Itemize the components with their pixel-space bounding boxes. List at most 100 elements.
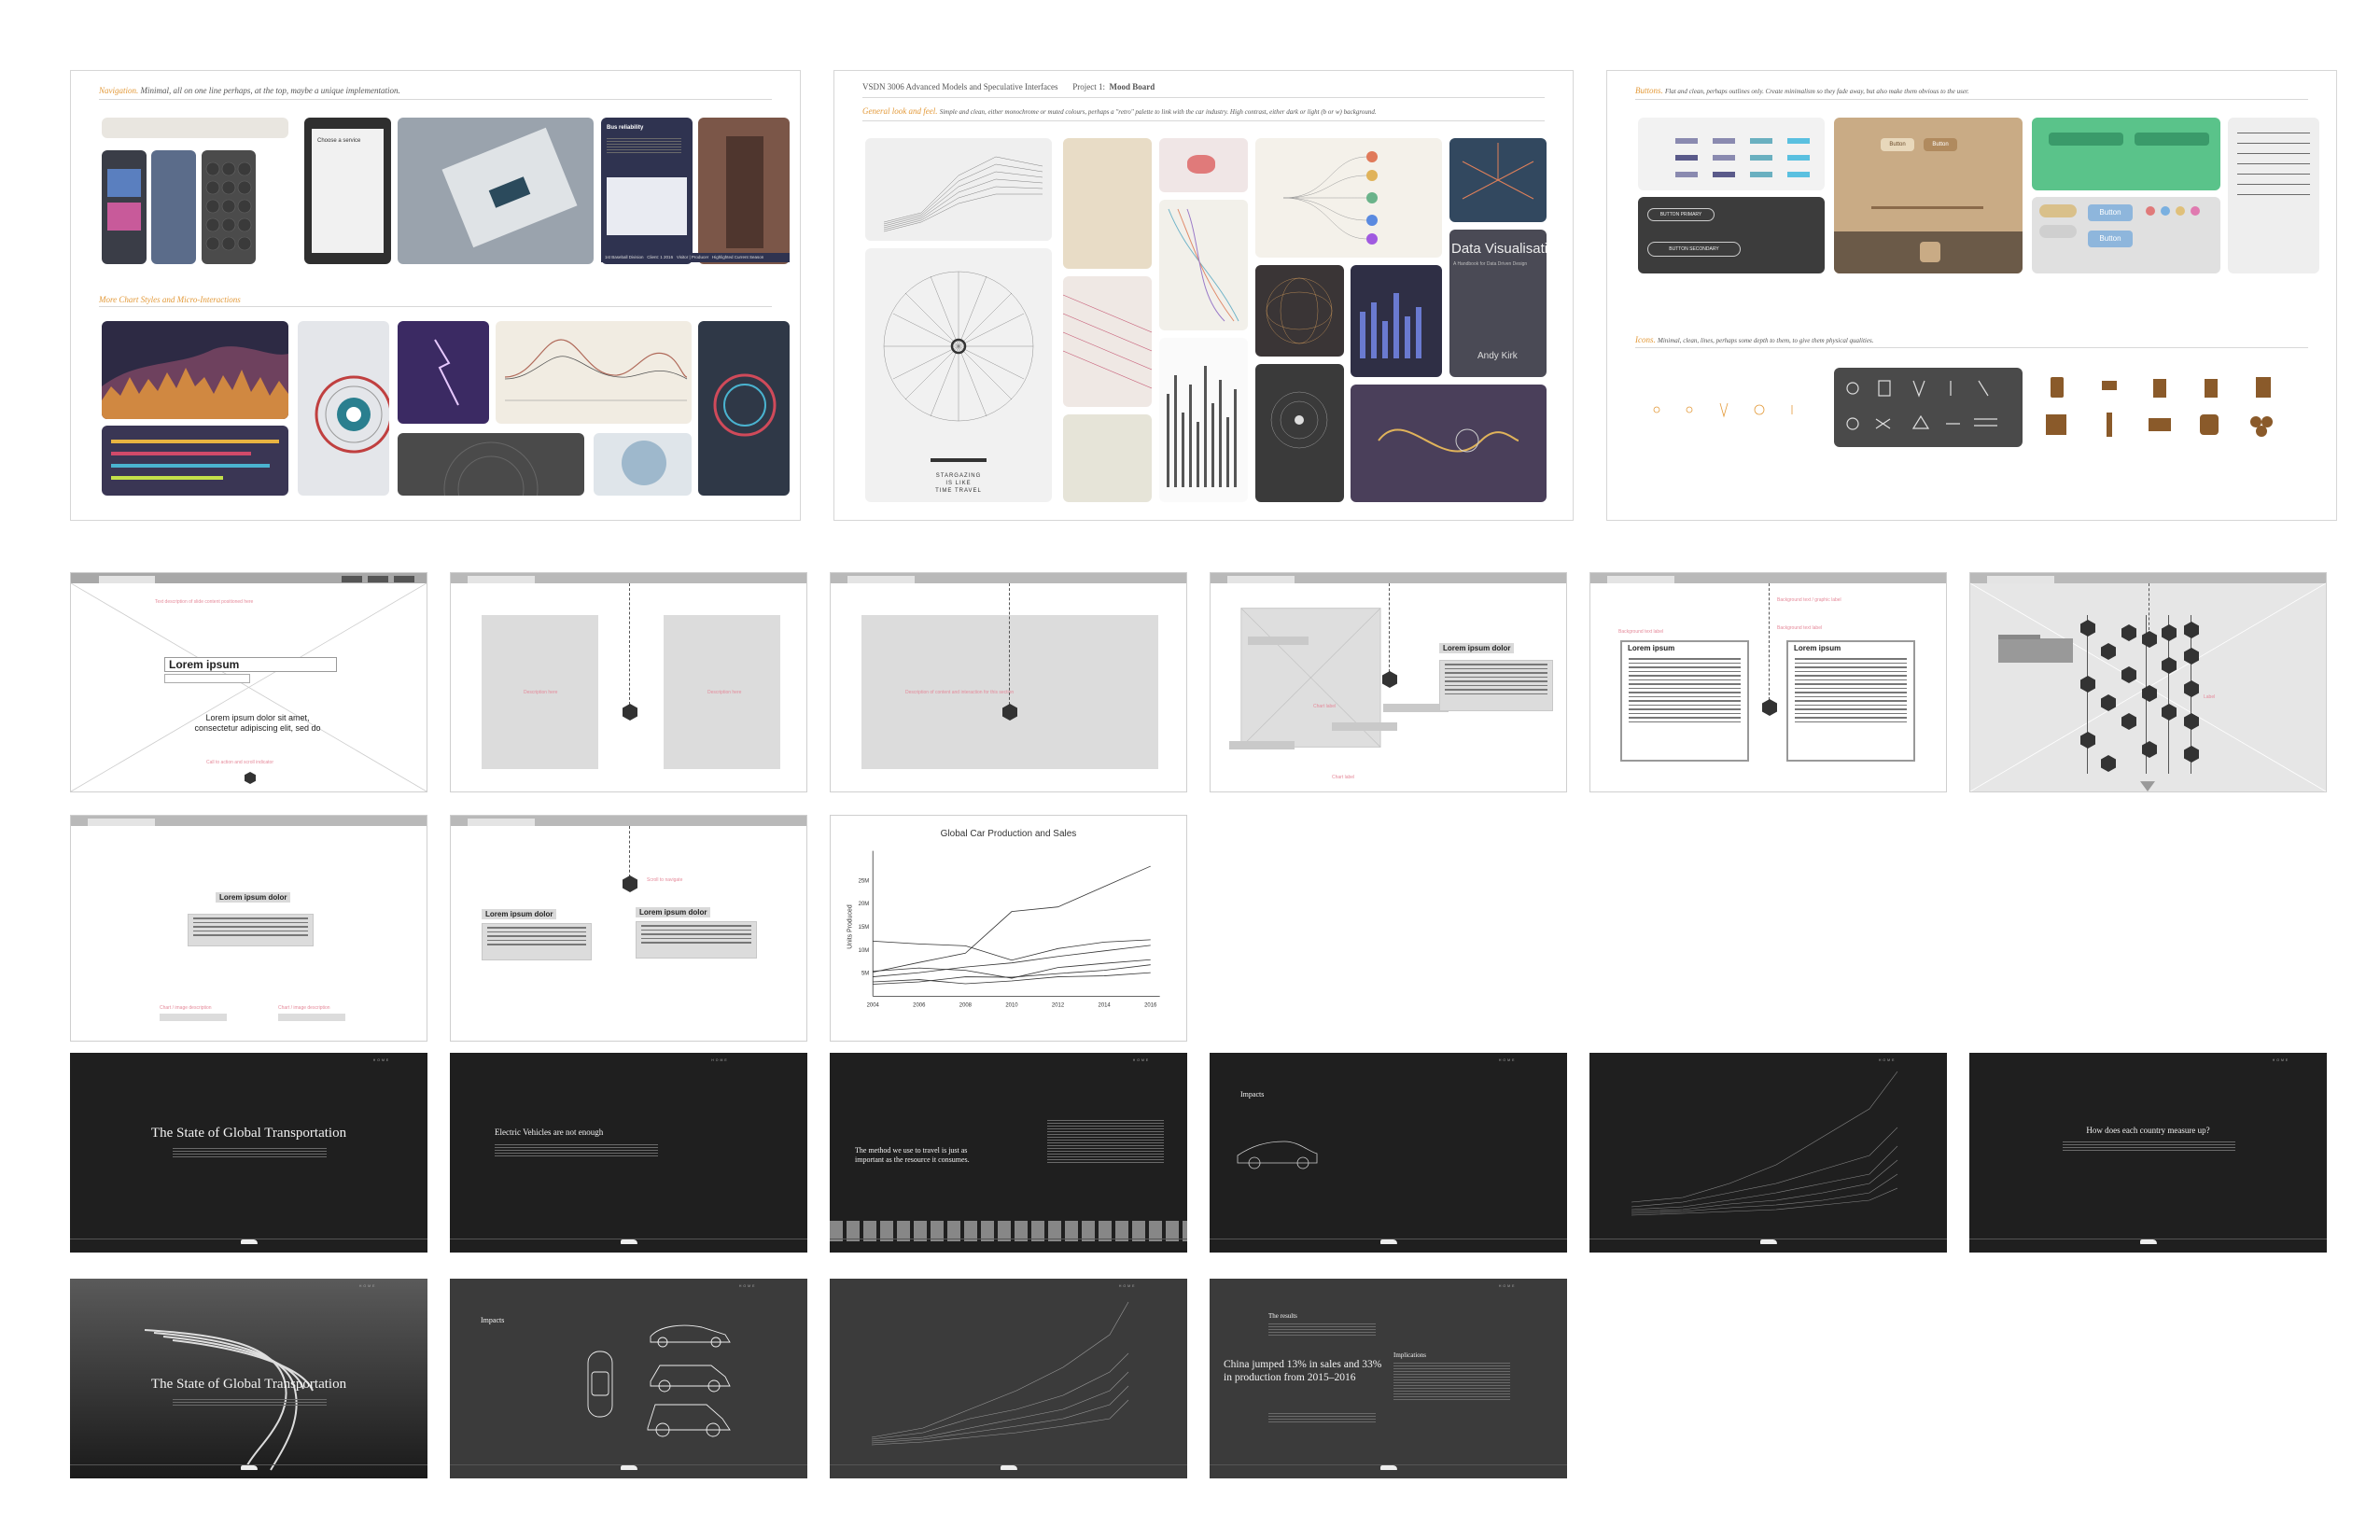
y-tick-label: 5M	[861, 972, 869, 977]
x-tick-label: 2004	[867, 1002, 880, 1008]
dark-wheel	[398, 433, 584, 496]
slide-title-text: Electric Vehicles are not enough	[495, 1127, 604, 1137]
car-icon	[1759, 1239, 1777, 1244]
green-ui	[2032, 118, 2220, 190]
lightning-image	[398, 321, 489, 424]
barcode-chart	[1159, 338, 1248, 502]
board-heading-2: More Chart Styles and Micro-Interactions	[99, 295, 241, 304]
wireframe-label: Lorem ipsum dolor	[482, 909, 557, 919]
y-tick-label: 20M	[859, 902, 870, 907]
slide-title-text: How does each country measure up?	[2086, 1126, 2210, 1135]
hud-chart	[698, 321, 790, 496]
x-tick-label: 2010	[1005, 1002, 1018, 1008]
slide-side-title: Implications	[1393, 1351, 1426, 1359]
car-icon	[240, 1465, 258, 1470]
car-icon	[620, 1465, 637, 1470]
phone-text: Choose a service	[317, 138, 361, 144]
car-icon	[2139, 1239, 2157, 1244]
lines-image	[1063, 276, 1152, 407]
radial-image	[1449, 138, 1547, 222]
slide-line-chart: HOME	[1589, 1053, 1947, 1253]
colour-lines	[1159, 200, 1248, 330]
x-tick-label: 2006	[913, 1002, 926, 1008]
slide-line-chart-2: HOME	[830, 1279, 1187, 1478]
dark-icon-set	[1834, 368, 2023, 447]
car-icon	[1000, 1465, 1017, 1470]
series-line	[873, 865, 1151, 973]
button-secondary: BUTTON SECONDARY	[1647, 242, 1741, 257]
car-icon	[620, 1239, 637, 1244]
chart-thumbnail	[102, 321, 288, 419]
phone-mockup: Choose a service	[304, 118, 391, 264]
line-chart: Units Produced 5M 10M 15M 20M 25M 2004 2006 200…	[847, 850, 1160, 1008]
slide-title-text: China jumped 13% in sales and 33% in pro…	[1224, 1359, 1382, 1383]
blue-button: Button	[2088, 231, 2133, 247]
slide-title-text: The State of Global Transportation	[150, 1126, 347, 1141]
blue-button: Button	[2088, 204, 2133, 221]
card-title: Bus reliability	[607, 125, 644, 131]
slide-title-text: The method we use to travel is just as i…	[855, 1146, 970, 1164]
wireframe-line-chart: Global Car Production and Sales Units Pr…	[830, 815, 1187, 1042]
leather-button: Button	[1924, 138, 1957, 151]
wireframe-hex-grid: Label	[1969, 572, 2327, 792]
wireframe-two-labels: Scroll to navigate Lorem ipsum dolor Lor…	[450, 815, 807, 1042]
wireframe-image-text: Lorem ipsum dolor Chart label Chart labe…	[1210, 572, 1567, 792]
map-image	[1159, 138, 1248, 192]
skeuo-buttons: Button Button	[2032, 197, 2220, 273]
leather-button: Button	[1881, 138, 1914, 151]
y-tick-label: 25M	[859, 878, 870, 884]
orbit-chart	[1255, 364, 1344, 502]
wireframe-title: Lorem ipsum	[164, 657, 337, 672]
poster-text: STARGAZING IS LIKE TIME TRAVEL	[935, 473, 982, 494]
icons-heading: Icons. Minimal, clean, lines, perhaps so…	[1635, 335, 1874, 344]
dark-button-panel: BUTTON PRIMARY BUTTON SECONDARY	[1638, 197, 1825, 273]
radial-chart	[298, 321, 389, 496]
slide-results: HOME The results China jumped 13% in sal…	[1210, 1279, 1567, 1478]
book-cover: Data Visualisation A Handbook for Data D…	[1449, 230, 1547, 377]
wireframe-label: Lorem ipsum	[1790, 643, 1845, 653]
book-subtitle: A Handbook for Data Driven Design	[1453, 261, 1528, 267]
settings-list	[2228, 118, 2319, 273]
x-tick-label: 2016	[1144, 1002, 1157, 1008]
car-icon	[1379, 1465, 1397, 1470]
car-icon	[1379, 1239, 1397, 1244]
slide-ev: HOME Electric Vehicles are not enough	[450, 1053, 807, 1253]
beer-icons	[2032, 368, 2319, 447]
bar-chart-image	[1351, 265, 1442, 377]
wireframe-two-columns: Background text label Background text / …	[1589, 572, 1947, 792]
car-icon	[240, 1239, 258, 1244]
slide-title-text: The State of Global Transportation	[150, 1377, 347, 1392]
x-tick-label: 2014	[1099, 1002, 1112, 1008]
slide-title-photo: HOME The State of Global Transportation	[70, 1279, 427, 1478]
globe-image	[594, 433, 692, 496]
book-title: Data Visualisation	[1451, 241, 1547, 257]
sketch-image	[1063, 138, 1152, 269]
nav-screenshot	[151, 150, 196, 264]
chart-thumbnail	[102, 426, 288, 496]
board-heading: Buttons. Flat and clean, perhaps outline…	[1635, 86, 1969, 95]
wave-chart	[865, 138, 1052, 241]
y-tick-label: 10M	[859, 948, 870, 954]
slide-method: HOME The method we use to travel is just…	[830, 1053, 1187, 1253]
swirl-image	[1255, 265, 1344, 357]
wireframe-label: Lorem ipsum	[1624, 643, 1679, 653]
sankey-chart	[1255, 138, 1442, 258]
slide-title: HOME The State of Global Transportation	[70, 1053, 427, 1253]
nav-screenshot	[102, 150, 147, 264]
spiral-chart	[1351, 385, 1547, 502]
info-card: Bus reliability	[601, 118, 693, 264]
wireframe-text-block: Lorem ipsum dolor Chart / image descript…	[70, 815, 427, 1042]
x-tick-label: 2012	[1052, 1002, 1064, 1008]
line-icons	[1638, 368, 1825, 447]
series-line	[873, 945, 1151, 977]
wireframe-subtitle: Lorem ipsum dolor sit amet, consectetur …	[194, 713, 321, 733]
board-heading: VSDN 3006 Advanced Models and Speculativ…	[862, 82, 1155, 91]
slide-kicker: The results	[1268, 1312, 1297, 1320]
nav-screenshot	[102, 118, 288, 138]
y-axis-label: Units Produced	[847, 904, 853, 949]
button-grid	[1638, 118, 1825, 190]
wireframe-label: Lorem ipsum dolor	[636, 907, 711, 917]
wireframe-single-panel: Description of content and interaction f…	[830, 572, 1187, 792]
dark-photo	[698, 118, 790, 264]
wireframe-label: Lorem ipsum dolor	[216, 892, 291, 903]
